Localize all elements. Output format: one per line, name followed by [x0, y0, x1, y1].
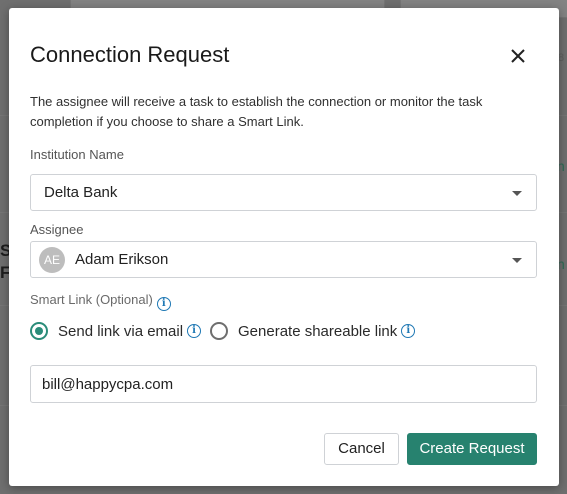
- radio-button-unchecked[interactable]: [210, 322, 228, 340]
- dialog-description: The assignee will receive a task to esta…: [30, 94, 483, 129]
- connection-request-dialog: Connection Request The assignee will rec…: [9, 8, 559, 486]
- dialog-title: Connection Request: [30, 42, 230, 67]
- info-icon[interactable]: i: [401, 324, 416, 338]
- chevron-down-icon: [512, 258, 522, 263]
- institution-select-value: Delta Bank: [44, 184, 118, 201]
- assignee-select-value: Adam Erikson: [75, 251, 169, 268]
- assignee-select[interactable]: AE Adam Erikson: [30, 241, 537, 278]
- assignee-label: Assignee: [30, 222, 84, 237]
- smart-link-label-text: Smart Link (Optional): [30, 292, 153, 307]
- chevron-down-icon: [512, 191, 522, 196]
- info-icon[interactable]: i: [187, 324, 202, 338]
- institution-name-label: Institution Name: [30, 147, 124, 162]
- radio-generate-shareable-link[interactable]: Generate shareable link i: [210, 320, 416, 342]
- smart-link-label: Smart Link (Optional) i: [30, 292, 171, 311]
- email-field[interactable]: [30, 365, 537, 403]
- radio-send-link-via-email[interactable]: Send link via email i: [30, 320, 202, 342]
- info-icon[interactable]: i: [156, 297, 171, 311]
- radio-label: Send link via email: [58, 322, 184, 340]
- avatar: AE: [39, 247, 65, 273]
- institution-select[interactable]: Delta Bank: [30, 174, 537, 211]
- close-button[interactable]: [508, 46, 528, 66]
- cancel-button[interactable]: Cancel: [324, 433, 399, 465]
- close-icon: [511, 49, 525, 63]
- create-request-button[interactable]: Create Request: [407, 433, 537, 465]
- radio-button-checked[interactable]: [30, 322, 48, 340]
- radio-label: Generate shareable link: [238, 322, 398, 340]
